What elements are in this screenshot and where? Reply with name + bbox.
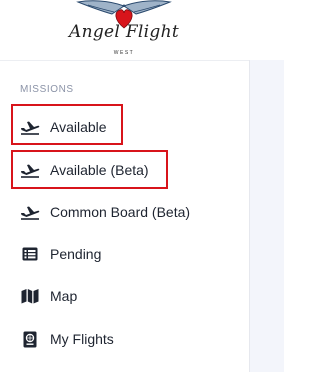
passport-icon	[20, 329, 40, 349]
sidebar-item-common-board-beta[interactable]: Common Board (Beta)	[20, 199, 190, 225]
sidebar-item-available[interactable]: Available	[20, 114, 107, 140]
sidebar-item-label: Map	[50, 288, 78, 304]
sidebar-item-label: Available (Beta)	[50, 162, 149, 178]
logo-subtext: WEST	[113, 50, 135, 56]
plane-departure-icon	[20, 160, 40, 180]
angel-flight-logo[interactable]: Angel Flight WEST	[68, 0, 180, 60]
sidebar-item-label: My Flights	[50, 331, 114, 347]
header-divider	[0, 60, 249, 61]
sidebar-item-my-flights[interactable]: My Flights	[20, 326, 114, 352]
plane-departure-icon	[20, 202, 40, 222]
sidebar-item-map[interactable]: Map	[20, 283, 77, 309]
list-icon	[20, 244, 40, 264]
main-content-area	[249, 60, 284, 372]
map-icon	[20, 286, 40, 306]
sidebar-item-label: Common Board (Beta)	[50, 204, 191, 220]
sidebar-item-available-beta[interactable]: Available (Beta)	[20, 157, 149, 183]
plane-departure-icon	[20, 117, 40, 137]
logo-wordmark: Angel Flight	[69, 22, 179, 42]
sidebar-item-pending[interactable]: Pending	[20, 241, 101, 267]
sidebar: Angel Flight WEST MISSIONS Available Ava…	[0, 0, 249, 372]
section-label-missions: MISSIONS	[20, 84, 74, 95]
sidebar-item-label: Available	[50, 119, 107, 135]
sidebar-item-label: Pending	[50, 246, 102, 262]
